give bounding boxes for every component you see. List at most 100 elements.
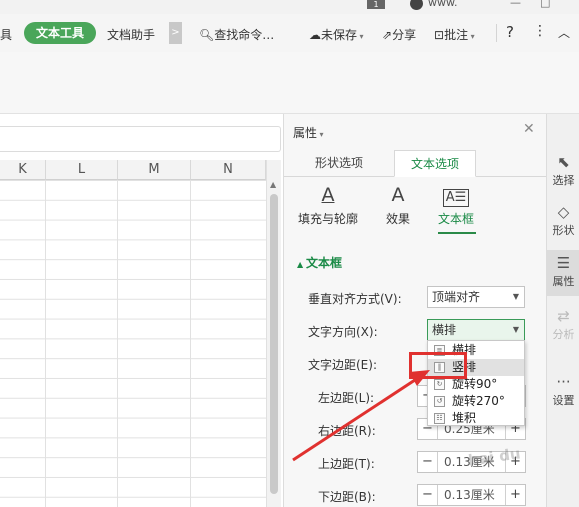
help-icon[interactable]: ? xyxy=(506,23,514,41)
subtab-fill-outline-label: 填充与轮廓 xyxy=(297,212,358,226)
rail-settings-label: 设置 xyxy=(552,394,575,407)
option-stacked-label: 堆积 xyxy=(452,411,477,425)
option-stacked[interactable]: ☷ 堆积 xyxy=(428,410,524,427)
direction-select[interactable]: 横排 ▼ xyxy=(427,319,525,341)
tab-shape-options[interactable]: 形状选项 xyxy=(304,150,374,177)
left-margin-label: 左边距(L): xyxy=(318,391,375,405)
right-tool-rail: ⬉ 选择 ◇ 形状 ☰ 属性 ⇄ 分析 ··· 设置 xyxy=(546,114,579,507)
app-window: 1 www. — □ 具 文本工具 文档助手 > 🔍︎查找命令… ☁未保存 ▾ … xyxy=(0,0,579,507)
tab-doc-helper[interactable]: 文档助手 xyxy=(107,26,155,43)
title-bar: 1 www. — □ xyxy=(0,0,579,14)
chevron-down-icon: ▾ xyxy=(468,32,475,41)
annotate-icon: ⊡ xyxy=(434,28,445,42)
subtab-textbox[interactable]: A☰ 文本框 xyxy=(426,182,486,227)
column-header-n[interactable]: N xyxy=(191,160,266,180)
rail-shapes[interactable]: ◇ 形状 xyxy=(547,200,579,244)
chevron-down-icon: ▾ xyxy=(317,130,324,139)
right-margin-label: 右边距(R): xyxy=(318,424,376,438)
more-tabs-button[interactable]: > xyxy=(169,22,182,44)
toolbar-area xyxy=(0,52,579,114)
textbox-icon: A☰ xyxy=(426,182,486,208)
column-header-k[interactable]: K xyxy=(0,160,46,180)
bottom-margin-stepper[interactable]: − 0.13厘米 + xyxy=(417,484,526,506)
share-label: 分享 xyxy=(392,28,417,42)
avatar[interactable] xyxy=(410,0,423,10)
rail-select-label: 选择 xyxy=(552,174,575,187)
tab-text-options[interactable]: 文本选项 xyxy=(394,150,476,177)
search-label: 查找命令… xyxy=(214,28,275,42)
bottom-margin-label: 下边距(B): xyxy=(318,490,376,504)
more-menu-icon[interactable]: ⋮ xyxy=(533,23,547,39)
stacked-text-icon: ☷ xyxy=(434,413,445,424)
annotate-button[interactable]: ⊡批注 ▾ xyxy=(434,26,475,43)
rail-shapes-label: 形状 xyxy=(552,224,575,237)
chevron-down-icon: ▼ xyxy=(512,292,519,301)
panel-title[interactable]: 属性 ▾ xyxy=(293,124,324,141)
scroll-thumb[interactable] xyxy=(270,194,278,494)
user-name[interactable]: www. xyxy=(428,0,457,9)
rail-analysis[interactable]: ⇄ 分析 xyxy=(547,304,579,348)
notification-badge[interactable]: 1 xyxy=(367,0,385,9)
subtab-fill-outline[interactable]: A 填充与轮廓 xyxy=(295,182,361,227)
subtab-textbox-label: 文本框 xyxy=(437,212,474,226)
scroll-up-icon[interactable]: ▲ xyxy=(270,180,276,189)
tab-text-tools[interactable]: 文本工具 xyxy=(24,22,96,44)
text-effect-icon: A xyxy=(391,184,405,206)
direction-label: 文字方向(X): xyxy=(308,325,378,339)
subtab-effects[interactable]: A 效果 xyxy=(368,182,428,227)
section-textbox-label: 文本框 xyxy=(305,256,342,270)
minimize-icon[interactable]: — xyxy=(510,0,521,9)
chevron-down-icon: ▼ xyxy=(512,325,519,334)
analysis-icon: ⇄ xyxy=(557,307,570,325)
column-header-l[interactable]: L xyxy=(46,160,118,180)
increment-button[interactable]: + xyxy=(505,485,525,505)
decrement-button[interactable]: − xyxy=(418,452,438,472)
share-icon: ⇗ xyxy=(382,28,393,42)
cell-grid[interactable] xyxy=(0,180,266,507)
vertical-scrollbar[interactable]: ▲ xyxy=(266,160,281,507)
chevron-down-icon: ▾ xyxy=(357,32,364,41)
annotate-label: 批注 xyxy=(444,28,469,42)
option-rotate-270-label: 旋转270° xyxy=(452,394,505,408)
subtab-effects-label: 效果 xyxy=(385,212,410,226)
unsaved-button[interactable]: ☁未保存 ▾ xyxy=(309,26,364,43)
direction-value: 横排 xyxy=(432,323,457,337)
shapes-icon: ◇ xyxy=(557,203,570,221)
valign-select[interactable]: 顶端对齐 ▼ xyxy=(427,286,525,308)
rail-select[interactable]: ⬉ 选择 xyxy=(547,150,579,194)
collapse-ribbon-icon[interactable]: ︿ xyxy=(558,24,570,41)
share-button[interactable]: ⇗分享 xyxy=(382,26,416,43)
divider xyxy=(496,24,497,42)
margin-label: 文字边距(E): xyxy=(308,358,377,372)
search-command[interactable]: 🔍︎查找命令… xyxy=(199,26,274,43)
rail-analysis-label: 分析 xyxy=(552,328,575,341)
close-icon[interactable]: ✕ xyxy=(523,121,535,137)
rail-settings[interactable]: ··· 设置 xyxy=(547,370,579,414)
panel-title-label: 属性 xyxy=(293,126,318,140)
cloud-icon: ☁ xyxy=(309,28,321,42)
maximize-icon[interactable]: □ xyxy=(540,0,550,9)
column-header-m[interactable]: M xyxy=(118,160,191,180)
ribbon-tabs: 具 文本工具 文档助手 > 🔍︎查找命令… ☁未保存 ▾ ⇗分享 ⊡批注 ▾ ?… xyxy=(0,14,579,52)
option-rotate-270[interactable]: ↺ 旋转270° xyxy=(428,393,524,410)
text-fill-icon: A xyxy=(321,184,335,206)
rail-properties[interactable]: ☰ 属性 xyxy=(547,250,579,296)
decrement-button[interactable]: − xyxy=(418,485,438,505)
panel-tabbar: 形状选项 文本选项 xyxy=(284,150,547,177)
rotate-90-icon: ↻ xyxy=(434,379,445,390)
top-margin-label: 上边距(T): xyxy=(318,457,375,471)
valign-label: 垂直对齐方式(V): xyxy=(308,292,402,306)
sliders-icon: ☰ xyxy=(556,254,571,272)
dots-icon: ··· xyxy=(556,373,571,391)
valign-value: 顶端对齐 xyxy=(432,290,481,304)
collapse-triangle-icon: ▲ xyxy=(297,260,306,269)
bottom-margin-value[interactable]: 0.13厘米 xyxy=(444,485,495,505)
option-rotate-90-label: 旋转90° xyxy=(452,377,498,391)
highlight-box xyxy=(409,352,467,379)
search-icon: 🔍︎ xyxy=(199,28,215,42)
rail-properties-label: 属性 xyxy=(552,275,575,288)
formula-bar[interactable] xyxy=(0,126,281,152)
tab-truncated[interactable]: 具 xyxy=(0,26,12,43)
rotate-270-icon: ↺ xyxy=(434,396,445,407)
section-textbox[interactable]: ▲ 文本框 xyxy=(297,254,342,271)
